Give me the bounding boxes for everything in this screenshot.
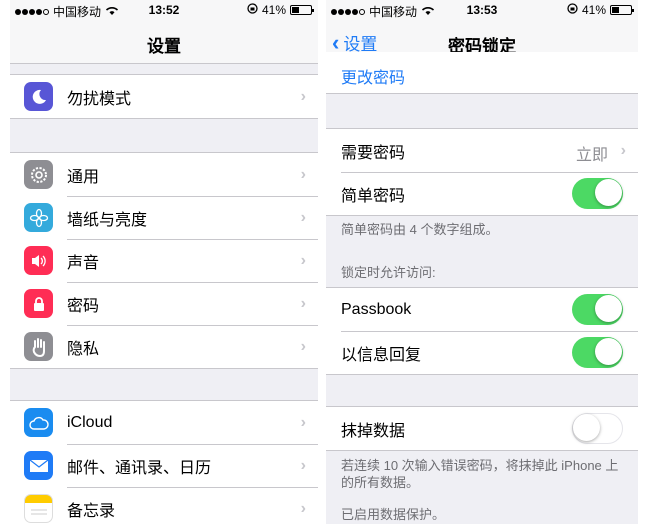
chevron-right-icon: › <box>300 338 306 355</box>
settings-row-wallpaper[interactable]: 墙纸与亮度 › <box>10 196 318 239</box>
settings-row-label: 隐私 <box>67 340 100 358</box>
status-bar: 中国移动 13:53 41% <box>326 0 638 20</box>
settings-row-mail[interactable]: 邮件、通讯录、日历 › <box>10 444 318 487</box>
reply-with-message-row: 以信息回复 <box>326 331 638 374</box>
settings-row-notes[interactable]: 备忘录 › <box>10 487 318 524</box>
speaker-icon <box>24 246 53 275</box>
chevron-right-icon: › <box>300 252 306 269</box>
chevron-right-icon: › <box>620 142 626 159</box>
change-passcode-group: 更改密码 <box>326 52 638 94</box>
settings-group-1: 勿扰模式 › <box>10 74 318 119</box>
settings-row-label: 邮件、通讯录、日历 <box>67 459 212 477</box>
simple-passcode-label: 简单密码 <box>341 187 406 205</box>
passcode-lock-screen: 中国移动 13:53 41% ‹ 设置 密码锁定 更改密码 需要密码 立即 › … <box>326 0 638 524</box>
change-passcode-row[interactable]: 更改密码 <box>326 52 638 94</box>
passbook-toggle[interactable] <box>572 294 623 325</box>
require-passcode-row[interactable]: 需要密码 立即 › <box>326 129 638 172</box>
simple-passcode-footer: 简单密码由 4 个数字组成。 <box>341 222 499 237</box>
chevron-right-icon: › <box>300 500 306 517</box>
battery-percent: 41% <box>261 3 286 17</box>
moon-icon <box>24 82 53 111</box>
erase-data-row: 抹掉数据 <box>326 407 638 450</box>
toggle-knob <box>595 338 622 365</box>
page-title: 设置 <box>147 37 181 56</box>
battery-icon <box>290 5 314 15</box>
battery-level <box>292 7 300 13</box>
status-bar: 中国移动 13:52 41% <box>10 0 318 20</box>
toggle-knob <box>595 179 622 206</box>
simple-passcode-row: 简单密码 <box>326 172 638 215</box>
settings-row-label: 备忘录 <box>67 502 116 520</box>
require-passcode-value: 立即 <box>575 147 608 164</box>
settings-row-sounds[interactable]: 声音 › <box>10 239 318 282</box>
chevron-right-icon: › <box>300 209 306 226</box>
erase-data-label: 抹掉数据 <box>341 422 406 440</box>
gear-icon <box>24 160 53 189</box>
reply-with-message-label: 以信息回复 <box>341 346 422 364</box>
chevron-right-icon: › <box>300 88 306 105</box>
chevron-right-icon: › <box>300 166 306 183</box>
settings-group-2: 通用 › 墙纸与亮度 › 声音 › 密码 › 隐私 › <box>10 152 318 369</box>
settings-row-label: iCloud <box>67 413 113 431</box>
battery-icon <box>610 5 634 15</box>
battery-percent: 41% <box>581 3 606 17</box>
passbook-label: Passbook <box>341 300 412 318</box>
notes-icon <box>24 494 53 523</box>
change-passcode-link[interactable]: 更改密码 <box>341 64 405 88</box>
navigation-bar: 设置 <box>10 20 318 64</box>
require-passcode-label: 需要密码 <box>341 144 406 162</box>
hand-icon <box>24 332 53 361</box>
status-right: 41% <box>567 3 634 17</box>
data-protection-footer: 已启用数据保护。 <box>341 507 446 522</box>
settings-row-label: 勿扰模式 <box>67 90 132 108</box>
passcode-options-group: 需要密码 立即 › 简单密码 <box>326 128 638 216</box>
settings-row-label: 声音 <box>67 254 100 272</box>
settings-row-general[interactable]: 通用 › <box>10 153 318 196</box>
settings-row-label: 密码 <box>67 297 100 315</box>
allow-access-header: 锁定时允许访问: <box>341 265 436 280</box>
chevron-right-icon: › <box>300 457 306 474</box>
passbook-row: Passbook <box>326 288 638 331</box>
rotation-lock-icon <box>247 3 258 17</box>
cloud-icon <box>24 408 53 437</box>
settings-screen: 中国移动 13:52 41% 设置 勿扰模式 › 通用 › 墙纸与亮度 › 声音… <box>10 0 318 524</box>
settings-row-privacy[interactable]: 隐私 › <box>10 325 318 368</box>
chevron-right-icon: › <box>300 414 306 431</box>
erase-data-toggle[interactable] <box>572 413 623 444</box>
toggle-knob <box>595 295 622 322</box>
settings-row-icloud[interactable]: iCloud › <box>10 401 318 444</box>
simple-passcode-toggle[interactable] <box>572 178 623 209</box>
settings-group-3: iCloud › 邮件、通讯录、日历 › 备忘录 › <box>10 400 318 524</box>
flower-icon <box>24 203 53 232</box>
settings-row-label: 通用 <box>67 168 100 186</box>
battery-level <box>612 7 620 13</box>
settings-row-passcode[interactable]: 密码 › <box>10 282 318 325</box>
erase-data-footer: 若连续 10 次输入错误密码，将抹掉此 iPhone 上的所有数据。 <box>341 458 619 490</box>
settings-row-label: 墙纸与亮度 <box>67 211 148 229</box>
erase-data-group: 抹掉数据 <box>326 406 638 451</box>
chevron-right-icon: › <box>300 295 306 312</box>
envelope-icon <box>24 451 53 480</box>
settings-row-dnd[interactable]: 勿扰模式 › <box>10 75 318 118</box>
allow-access-group: Passbook 以信息回复 <box>326 287 638 375</box>
lock-icon <box>24 289 53 318</box>
reply-with-message-toggle[interactable] <box>572 337 623 368</box>
toggle-knob <box>573 414 600 441</box>
rotation-lock-icon <box>567 3 578 17</box>
status-right: 41% <box>247 3 314 17</box>
